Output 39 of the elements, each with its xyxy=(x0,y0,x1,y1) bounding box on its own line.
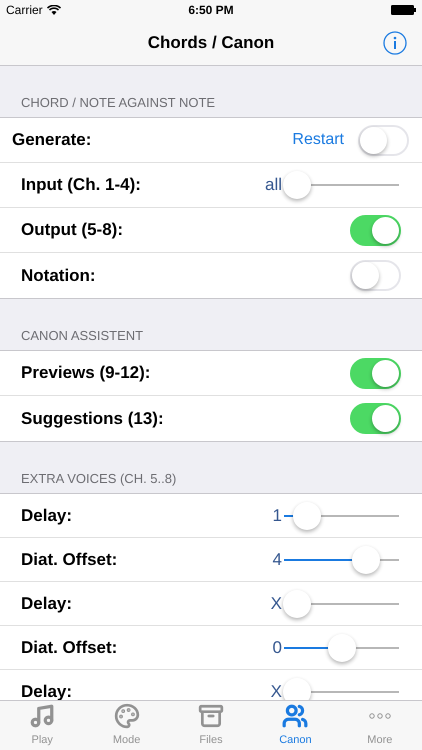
toggle-switch[interactable] xyxy=(350,214,401,246)
toggle-switch[interactable] xyxy=(350,358,401,388)
setting-label: Suggestions (13): xyxy=(21,408,165,428)
setting-label: Notation: xyxy=(21,266,97,286)
palette-icon xyxy=(114,702,140,728)
nav-title: Chords / Canon xyxy=(148,32,274,54)
setting-label: Diat. Offset: xyxy=(21,638,118,658)
section-header: CANON ASSISTENT xyxy=(21,328,144,343)
setting-label: Input (Ch. 1-4): xyxy=(21,175,142,195)
setting-label: Delay: xyxy=(21,506,74,526)
slider-value: X xyxy=(270,594,282,614)
slider-value: 4 xyxy=(272,550,282,570)
tab-bar-item[interactable]: Mode xyxy=(84,701,169,750)
tab-bar-item[interactable]: Files xyxy=(168,701,254,750)
setting-label: Output (5-8): xyxy=(21,220,124,240)
slider-value: 0 xyxy=(272,638,282,658)
slider-value: all xyxy=(264,175,282,195)
wifi-icon xyxy=(46,5,61,15)
tab-bar-item[interactable]: Canon xyxy=(253,701,338,750)
tab-bar-item[interactable]: More xyxy=(338,701,422,750)
status-time: 6:50 PM xyxy=(188,2,234,19)
setting-label: Delay: xyxy=(21,594,74,614)
slider-value: X xyxy=(270,682,282,700)
setting-label: Diat. Offset: xyxy=(21,550,118,570)
battery-icon xyxy=(391,5,416,15)
tab-bar-item[interactable]: Play xyxy=(0,701,84,750)
group-icon xyxy=(282,702,308,728)
toggle-switch[interactable] xyxy=(350,403,401,434)
info-icon[interactable] xyxy=(383,30,407,54)
setting-label: Previews (9-12): xyxy=(21,363,152,383)
section-header: EXTRA VOICES (CH. 5..8) xyxy=(21,471,176,486)
carrier-label: Carrier xyxy=(6,2,43,19)
restart-link[interactable]: Restart xyxy=(292,128,344,152)
file-tray-icon xyxy=(198,702,224,728)
slider-value: 1 xyxy=(272,506,282,526)
music-note-icon xyxy=(29,702,56,728)
setting-label: Generate: xyxy=(12,130,92,150)
section-header: CHORD / NOTE AGAINST NOTE xyxy=(21,95,216,110)
more-icon xyxy=(368,712,391,718)
